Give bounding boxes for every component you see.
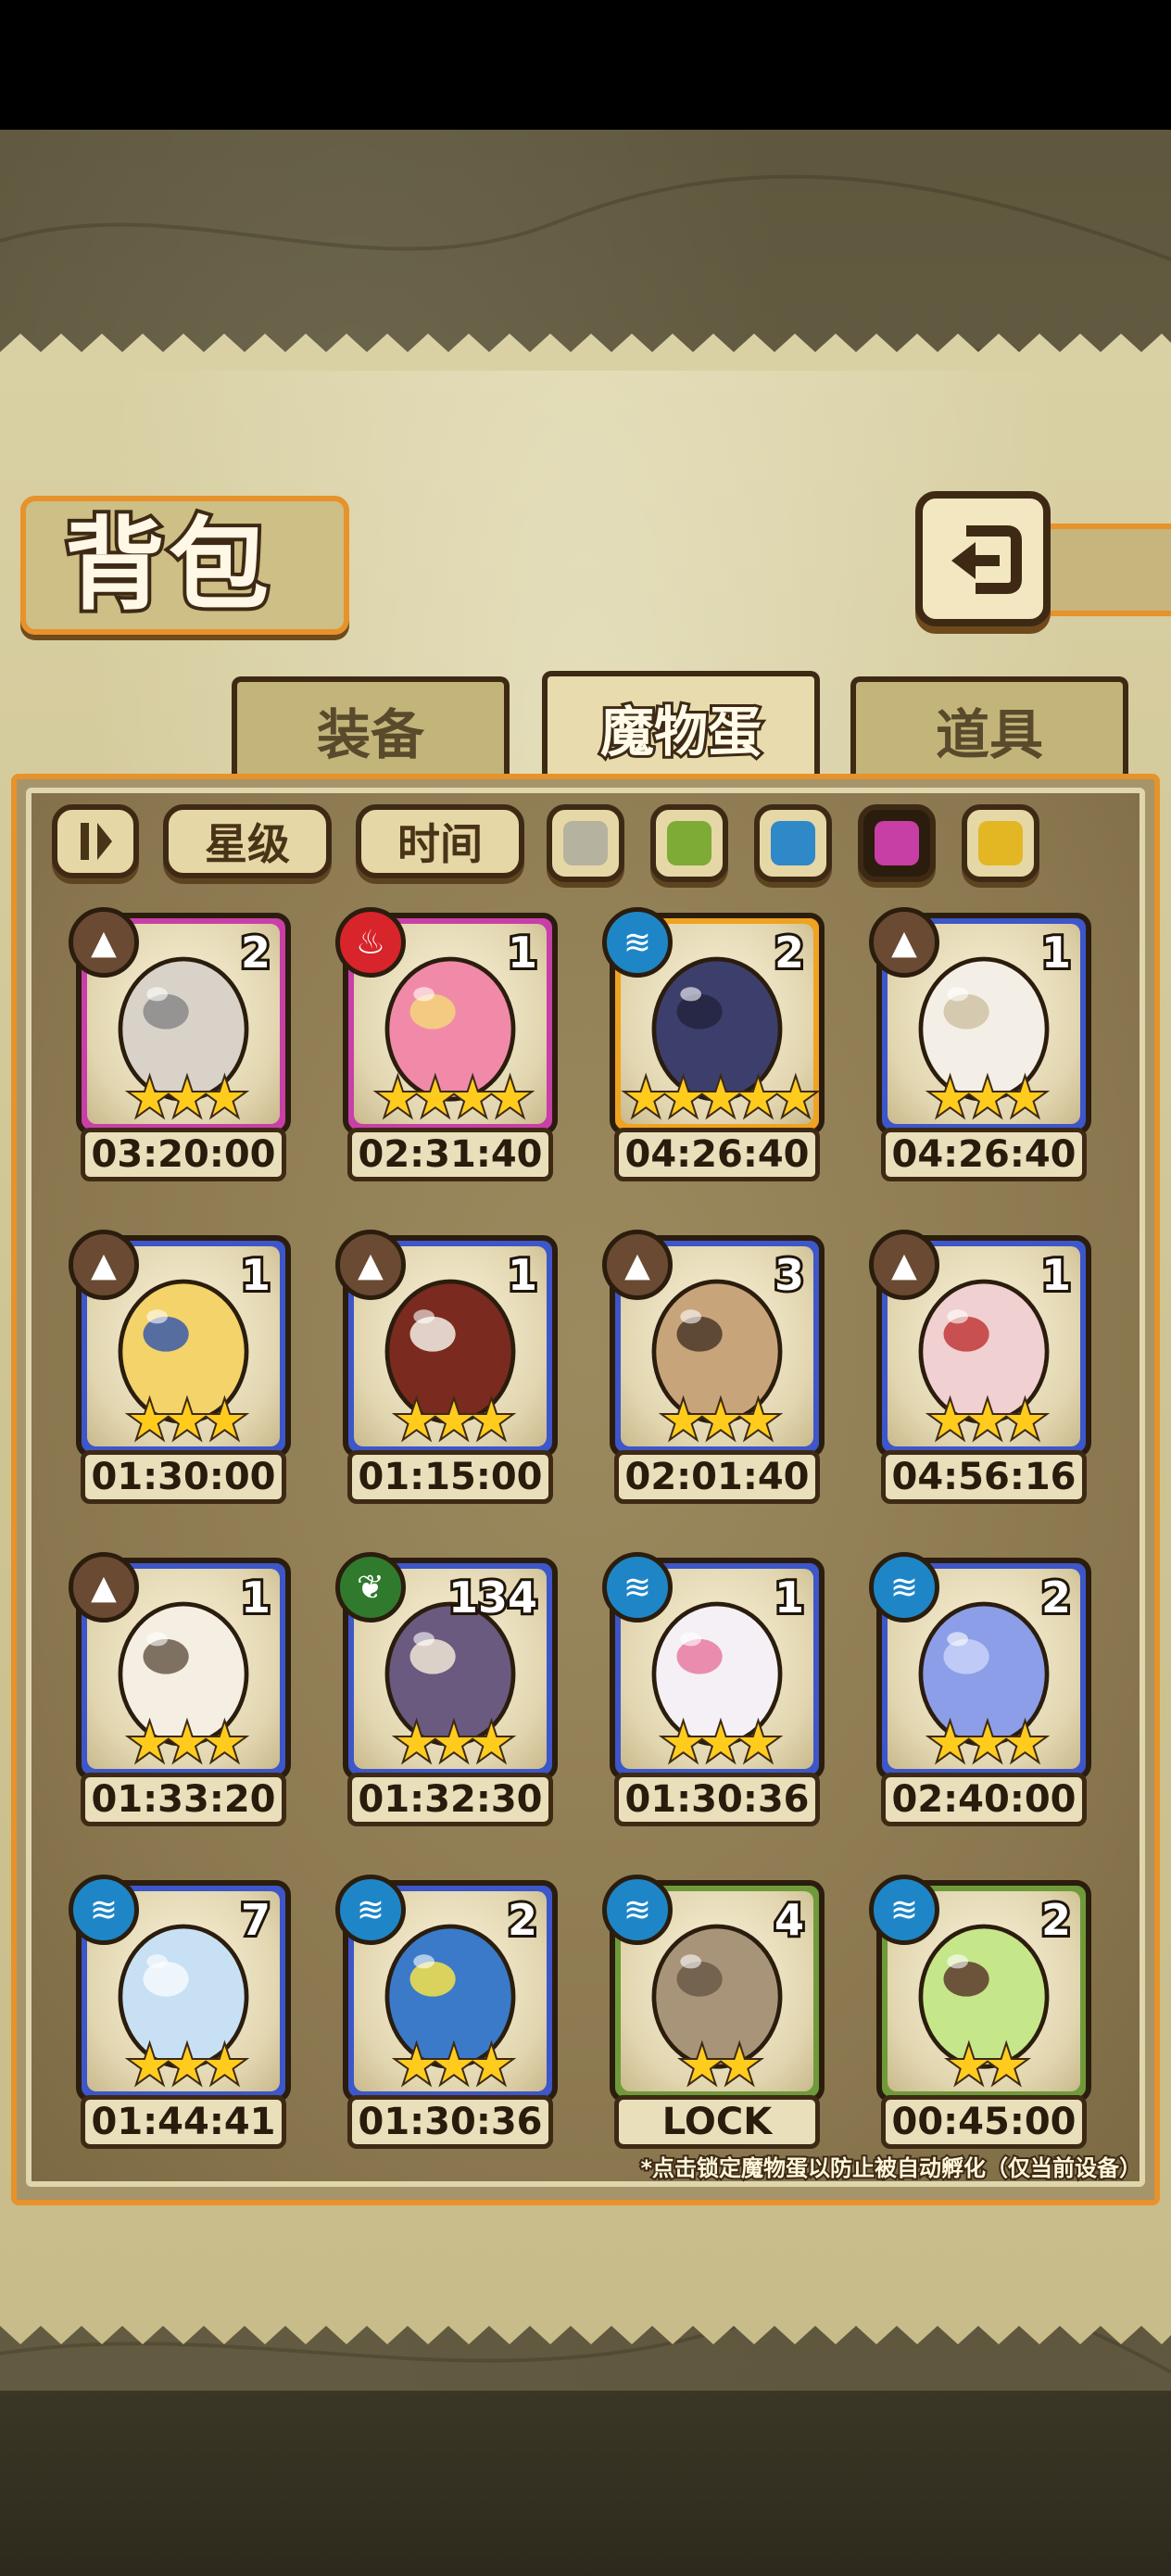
egg-count: 1 [505, 925, 540, 980]
tab-items[interactable]: 道具 [850, 676, 1128, 778]
earth-element-icon: ▲ [335, 1230, 406, 1300]
earth-element-icon: ▲ [69, 1552, 139, 1623]
egg-stars: ★★★ [125, 1068, 248, 1128]
egg-timer: 01:32:30 [347, 1773, 553, 1826]
egg-count: 1 [772, 1570, 807, 1625]
egg-timer: 02:01:40 [614, 1450, 820, 1504]
egg-count: 2 [505, 1892, 540, 1948]
tab-label: 装备 [316, 703, 424, 766]
back-arrow-icon [951, 525, 1022, 594]
sort-order-icon [81, 823, 112, 860]
paper-edge-bottom [0, 2307, 1171, 2344]
water-element-icon: ≋ [602, 907, 673, 978]
egg-stars: ★★★ [659, 1391, 782, 1450]
water-element-icon: ≋ [335, 1875, 406, 1945]
egg-count: 1 [1039, 1247, 1074, 1303]
egg-timer: 02:31:40 [347, 1128, 553, 1181]
egg-stars: ★★★ [925, 1068, 1049, 1128]
egg-stars: ★★★ [125, 1391, 248, 1450]
egg-count: 1 [238, 1570, 273, 1625]
water-element-icon: ≋ [869, 1875, 939, 1945]
egg-stars: ★★ [945, 2036, 1031, 2095]
egg-count: 2 [238, 925, 273, 980]
egg-count: 2 [772, 925, 807, 980]
sort-order-button[interactable] [52, 804, 139, 878]
egg-count: 7 [238, 1892, 273, 1948]
tab-label: 魔物蛋 [598, 698, 764, 766]
lock-hint: *点击锁定魔物蛋以防止被自动孵化（仅当前设备） [638, 2153, 1143, 2183]
filter-blue[interactable] [754, 804, 832, 882]
filter-green[interactable] [650, 804, 728, 882]
fire-element-icon: ♨ [335, 907, 406, 978]
paper-edge-top [0, 334, 1171, 371]
tab-monster-egg[interactable]: 魔物蛋 [542, 671, 820, 778]
egg-count: 1 [505, 1247, 540, 1303]
water-element-icon: ≋ [602, 1552, 673, 1623]
egg-timer: 01:15:00 [347, 1450, 553, 1504]
earth-element-icon: ▲ [869, 1230, 939, 1300]
egg-timer: 02:40:00 [881, 1773, 1087, 1826]
egg-stars: ★★★ [925, 1713, 1049, 1773]
status-bar-area [0, 0, 1171, 130]
egg-count: 1 [1039, 925, 1074, 980]
egg-timer: 04:26:40 [881, 1128, 1087, 1181]
egg-count: 3 [772, 1247, 807, 1303]
sort-by-star-button[interactable]: 星级 [163, 804, 332, 878]
tab-strip: 装备 魔物蛋 道具 [19, 671, 1149, 778]
egg-stars: ★★★ [925, 1391, 1049, 1450]
tab-label: 道具 [935, 703, 1043, 766]
egg-stars: ★★★ [659, 1713, 782, 1773]
egg-stars: ★★★ [392, 1713, 515, 1773]
wood-element-icon: ❦ [335, 1552, 406, 1623]
egg-timer: 01:44:41 [81, 2095, 286, 2149]
egg-timer: 01:30:36 [614, 1773, 820, 1826]
egg-stars: ★★★ [392, 1391, 515, 1450]
egg-count: 4 [772, 1892, 807, 1948]
earth-element-icon: ▲ [869, 907, 939, 978]
egg-count: 134 [446, 1570, 540, 1625]
filter-gold[interactable] [962, 804, 1039, 882]
page-title: 背包 [61, 503, 273, 627]
egg-timer: 03:20:00 [81, 1128, 286, 1181]
egg-stars: ★★★★★ [622, 1068, 820, 1128]
back-button[interactable] [915, 491, 1051, 626]
egg-timer: 01:30:00 [81, 1450, 286, 1504]
tab-equipment[interactable]: 装备 [232, 676, 510, 778]
egg-timer: 00:45:00 [881, 2095, 1087, 2149]
egg-stars: ★★★ [392, 2036, 515, 2095]
sort-by-time-button[interactable]: 时间 [356, 804, 524, 878]
egg-count: 2 [1039, 1892, 1074, 1948]
bottom-dark-band [0, 2391, 1171, 2576]
filter-grey[interactable] [547, 804, 624, 882]
egg-timer: 01:30:36 [347, 2095, 553, 2149]
egg-stars: ★★★ [125, 1713, 248, 1773]
earth-element-icon: ▲ [69, 1230, 139, 1300]
egg-timer: 04:56:16 [881, 1450, 1087, 1504]
egg-count: 1 [238, 1247, 273, 1303]
egg-timer: 04:26:40 [614, 1128, 820, 1181]
earth-element-icon: ▲ [602, 1230, 673, 1300]
filter-purple[interactable] [858, 804, 936, 882]
water-element-icon: ≋ [69, 1875, 139, 1945]
egg-timer: LOCK [614, 2095, 820, 2149]
earth-element-icon: ▲ [69, 907, 139, 978]
egg-stars: ★★ [678, 2036, 764, 2095]
egg-stars: ★★★ [125, 2036, 248, 2095]
egg-count: 2 [1039, 1570, 1074, 1625]
egg-timer: 01:33:20 [81, 1773, 286, 1826]
egg-stars: ★★★★ [373, 1068, 535, 1128]
water-element-icon: ≋ [869, 1552, 939, 1623]
water-element-icon: ≋ [602, 1875, 673, 1945]
